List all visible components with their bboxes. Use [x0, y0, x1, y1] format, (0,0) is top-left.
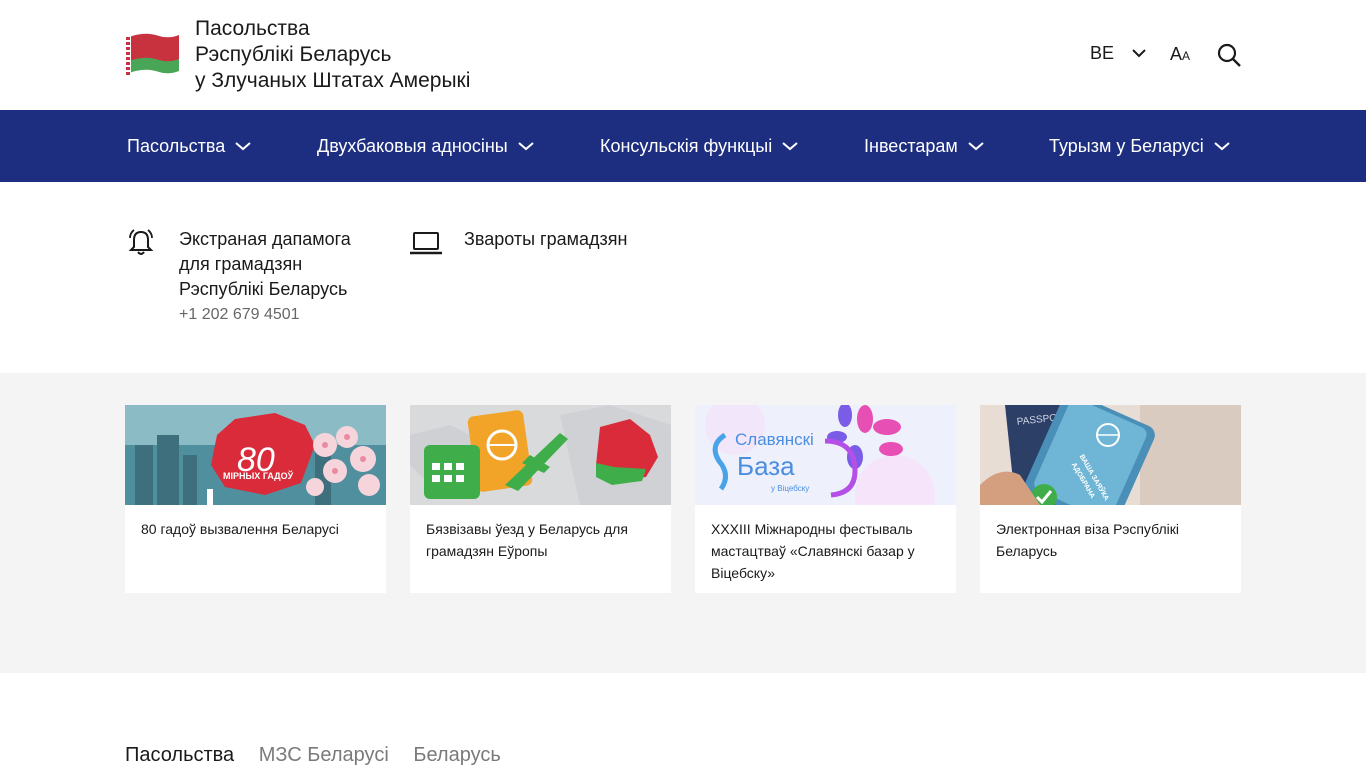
card-image-caption: МІРНЫХ ГАДОЎ — [223, 470, 294, 481]
card-image[interactable]: Славянскі База у Віцебску — [695, 405, 956, 505]
font-size-big: A — [1170, 44, 1183, 64]
card-image-title: Славянскі — [735, 430, 814, 449]
card-image[interactable]: PASSPORT ВАША ЗАЯЎКА АДОБРАНА — [980, 405, 1241, 505]
bell-alarm-icon[interactable] — [127, 229, 155, 257]
laptop-icon[interactable] — [409, 230, 443, 256]
font-size-toggle[interactable]: AA — [1170, 44, 1190, 65]
nav-item-embassy[interactable]: Пасольства — [127, 110, 251, 182]
nav-item-consular[interactable]: Консульскія функцыі — [600, 110, 798, 182]
chevron-down-icon — [782, 142, 798, 151]
main-nav: Пасольства Двухбаковыя адносіны Консульс… — [0, 110, 1366, 182]
footer-tabs: Пасольства МЗС Беларусі Беларусь — [125, 744, 520, 767]
nav-item-bilateral[interactable]: Двухбаковыя адносіны — [317, 110, 534, 182]
nav-item-label: Консульскія функцыі — [600, 135, 773, 156]
card-title[interactable]: Электронная віза Рэспублікі Беларусь — [996, 518, 1228, 562]
nav-item-label: Турызм у Беларусі — [1049, 135, 1204, 156]
nav-item-tourism[interactable]: Турызм у Беларусі — [1049, 110, 1230, 182]
card-image-title: База — [737, 451, 795, 481]
nav-item-label: Пасольства — [127, 135, 226, 156]
site-header: Пасольства Рэспублікі Беларусь у Злучаны… — [0, 0, 1366, 110]
chevron-down-icon — [518, 142, 534, 151]
search-icon[interactable] — [1217, 43, 1241, 67]
chevron-down-icon[interactable] — [1131, 47, 1147, 59]
news-card[interactable]: Славянскі База у Віцебску XXXIII Міжнаро… — [695, 405, 956, 593]
card-image-subtitle: у Віцебску — [771, 484, 809, 493]
emergency-help-link[interactable]: Экстраная дапамога для грамадзян Рэспубл… — [179, 227, 379, 302]
footer-tab-belarus[interactable]: Беларусь — [413, 744, 500, 767]
card-image[interactable] — [410, 405, 671, 505]
site-title-line-1: Пасольства — [195, 17, 310, 40]
chevron-down-icon — [1214, 142, 1230, 151]
language-selector[interactable]: BE — [1090, 43, 1114, 64]
footer-tab-mfa[interactable]: МЗС Беларусі — [259, 744, 389, 767]
chevron-down-icon — [968, 142, 984, 151]
citizen-appeals-link[interactable]: Звароты грамадзян — [464, 227, 627, 252]
news-card[interactable]: PASSPORT ВАША ЗАЯЎКА АДОБРАНА Электронна… — [980, 405, 1241, 593]
chevron-down-icon — [235, 142, 251, 151]
flag-icon[interactable] — [125, 31, 179, 77]
card-image[interactable]: 80 МІРНЫХ ГАДОЎ — [125, 405, 386, 505]
emergency-phone[interactable]: +1 202 679 4501 — [179, 306, 300, 324]
font-size-small: A — [1182, 49, 1191, 63]
nav-item-label: Двухбаковыя адносіны — [317, 135, 508, 156]
nav-item-investors[interactable]: Інвестарам — [864, 110, 984, 182]
news-card[interactable]: 80 МІРНЫХ ГАДОЎ 80 гадоў вызвалення Бела… — [125, 405, 386, 593]
card-title[interactable]: Бязвізавы ўезд у Беларусь для грамадзян … — [426, 518, 658, 562]
card-title[interactable]: XXXIII Міжнародны фестываль мастацтваў «… — [711, 518, 943, 584]
footer-tab-embassy[interactable]: Пасольства — [125, 744, 234, 767]
news-card[interactable]: Бязвізавы ўезд у Беларусь для грамадзян … — [410, 405, 671, 593]
card-title[interactable]: 80 гадоў вызвалення Беларусі — [141, 518, 373, 540]
site-title[interactable]: Пасольства Рэспублікі Беларусь у Злучаны… — [195, 16, 470, 94]
nav-item-label: Інвестарам — [864, 135, 958, 156]
site-title-line-3: у Злучаных Штатах Амерыкі — [195, 69, 471, 92]
site-title-line-2: Рэспублікі Беларусь — [195, 43, 392, 66]
